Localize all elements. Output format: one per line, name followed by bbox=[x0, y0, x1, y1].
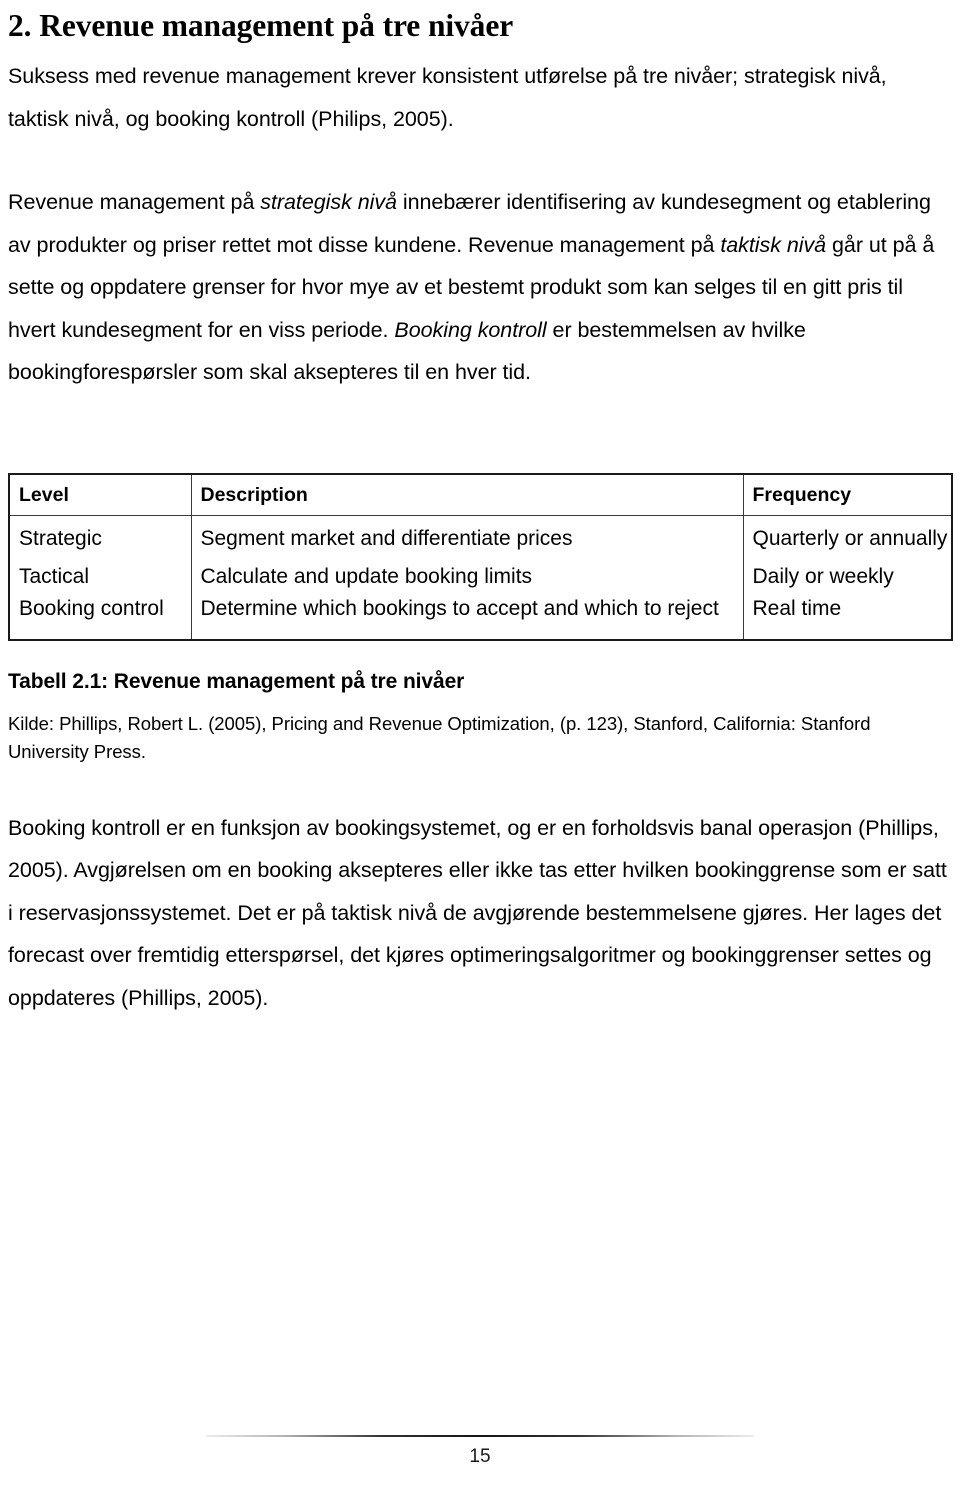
description-booking-control: Determine which bookings to accept and w… bbox=[200, 596, 719, 620]
paragraph-two: Revenue management på strategisk nivå in… bbox=[8, 140, 952, 394]
page-title: 2. Revenue management på tre nivåer bbox=[8, 8, 514, 43]
frequency-strategic: Quarterly or annually bbox=[752, 526, 948, 550]
frequency-booking-control: Real time bbox=[752, 596, 842, 620]
description-strategic: Segment market and differentiate prices bbox=[200, 526, 573, 550]
level-strategic: Strategic bbox=[19, 526, 102, 550]
table-source-citation: Kilde: Phillips, Robert L. (2005), Prici… bbox=[8, 712, 871, 762]
table-cell-frequency: Quarterly or annually Daily or weekly Re… bbox=[743, 515, 953, 641]
column-header-level: Level bbox=[8, 472, 192, 516]
paragraph-three: Booking kontroll er en funksjon av booki… bbox=[8, 815, 947, 1010]
revenue-management-table-container: Level Description Frequency Strategic Ta… bbox=[8, 472, 953, 641]
column-header-frequency: Frequency bbox=[743, 472, 953, 516]
page-footer: 15 bbox=[0, 1402, 960, 1492]
footer-divider bbox=[206, 1435, 754, 1437]
paragraph-two-emphasis-3: Booking kontroll bbox=[394, 317, 547, 342]
paragraph-two-segment-1: Revenue management på bbox=[8, 190, 261, 214]
intro-paragraph: Suksess med revenue management krever ko… bbox=[8, 64, 887, 131]
revenue-management-table: Level Description Frequency Strategic Ta… bbox=[8, 472, 953, 641]
document-page: 2. Revenue management på tre nivåer Suks… bbox=[0, 0, 960, 1492]
paragraph-two-emphasis-2: taktisk nivå bbox=[720, 232, 827, 257]
page-number: 15 bbox=[469, 1446, 491, 1467]
level-booking-control: Booking control bbox=[19, 596, 164, 620]
paragraph-two-emphasis-1: strategisk nivå bbox=[260, 190, 397, 214]
frequency-tactical: Daily or weekly bbox=[752, 564, 894, 588]
table-caption: Tabell 2.1: Revenue management på tre ni… bbox=[8, 669, 465, 693]
description-tactical: Calculate and update booking limits bbox=[200, 564, 533, 588]
table-row: Strategic Tactical Booking control Segme… bbox=[8, 515, 953, 641]
level-tactical: Tactical bbox=[19, 564, 90, 588]
table-cell-description: Segment market and differentiate prices … bbox=[191, 515, 744, 641]
column-header-description: Description bbox=[191, 472, 744, 516]
table-cell-level: Strategic Tactical Booking control bbox=[8, 515, 192, 641]
table-header-row: Level Description Frequency bbox=[8, 472, 953, 516]
